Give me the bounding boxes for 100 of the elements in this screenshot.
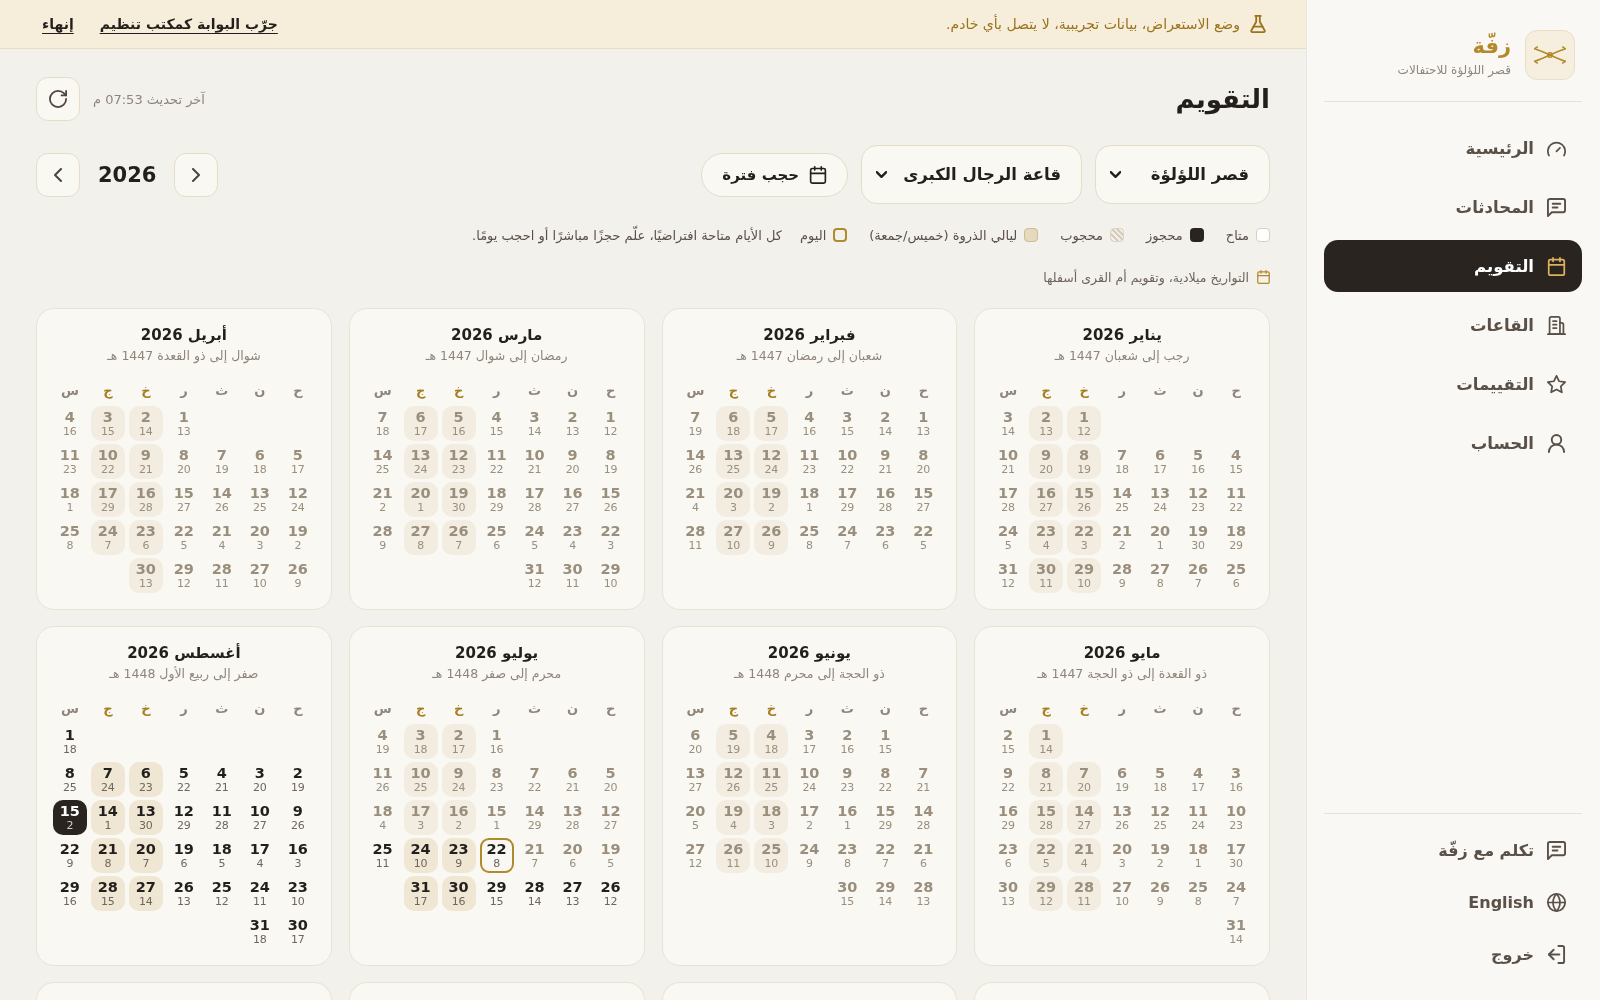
day-cell[interactable]: 24 7 — [1219, 876, 1254, 911]
day-cell[interactable]: 13 25 — [716, 444, 751, 479]
day-cell[interactable]: 3 18 — [403, 724, 438, 759]
day-cell[interactable]: 19 2 — [754, 482, 789, 517]
day-cell[interactable]: 23 6 — [868, 520, 903, 555]
day-cell[interactable]: 20 5 — [678, 800, 713, 835]
day-cell[interactable]: 21 6 — [906, 838, 941, 873]
day-cell[interactable]: 14 29 — [517, 800, 552, 835]
day-cell[interactable]: 22 3 — [593, 520, 628, 555]
banner-link[interactable]: جرّب البوابة كمكتب تنظيم — [99, 16, 278, 32]
day-cell[interactable]: 6 20 — [678, 724, 713, 759]
day-cell[interactable]: 21 4 — [678, 482, 713, 517]
day-cell[interactable]: 10 25 — [403, 762, 438, 797]
day-cell[interactable]: 2 19 — [280, 762, 315, 797]
day-cell[interactable]: 27 8 — [1143, 558, 1178, 593]
day-cell[interactable]: 21 8 — [90, 838, 125, 873]
day-cell[interactable]: 10 21 — [517, 444, 552, 479]
day-cell[interactable]: 7 18 — [365, 406, 400, 441]
day-cell[interactable]: 4 15 — [479, 406, 514, 441]
day-cell[interactable]: 15 1 — [479, 800, 514, 835]
day-cell[interactable]: 2 16 — [830, 724, 865, 759]
day-cell[interactable]: 23 8 — [830, 838, 865, 873]
day-cell[interactable]: 18 1 — [52, 482, 87, 517]
day-cell[interactable]: 4 16 — [52, 406, 87, 441]
day-cell[interactable]: 28 11 — [1067, 876, 1102, 911]
day-cell[interactable]: 27 8 — [403, 520, 438, 555]
day-cell[interactable]: 29 10 — [1067, 558, 1102, 593]
day-cell[interactable]: 9 20 — [1029, 444, 1064, 479]
day-cell[interactable]: 26 7 — [441, 520, 476, 555]
day-cell[interactable]: 1 15 — [868, 724, 903, 759]
day-cell[interactable]: 26 12 — [593, 876, 628, 911]
day-cell[interactable]: 20 1 — [403, 482, 438, 517]
year-back-button[interactable] — [174, 152, 219, 197]
day-cell[interactable]: 1 13 — [166, 406, 201, 441]
day-cell[interactable]: 18 1 — [792, 482, 827, 517]
day-cell[interactable]: 24 9 — [792, 838, 827, 873]
day-cell[interactable]: 7 24 — [90, 762, 125, 797]
day-cell[interactable]: 25 6 — [1219, 558, 1254, 593]
refresh-button[interactable] — [36, 77, 80, 121]
day-cell[interactable]: 2 15 — [991, 724, 1026, 759]
day-cell[interactable]: 25 8 — [1181, 876, 1216, 911]
day-cell[interactable]: 17 3 — [403, 800, 438, 835]
day-cell[interactable]: 31 12 — [991, 558, 1026, 593]
day-cell[interactable]: 16 1 — [830, 800, 865, 835]
day-cell[interactable]: 12 24 — [754, 444, 789, 479]
day-cell[interactable]: 1 12 — [593, 406, 628, 441]
day-cell[interactable]: 3 14 — [517, 406, 552, 441]
day-cell[interactable]: 11 24 — [1181, 800, 1216, 835]
day-cell[interactable]: 24 11 — [242, 876, 277, 911]
day-cell[interactable]: 30 16 — [441, 876, 476, 911]
day-cell[interactable]: 5 17 — [754, 406, 789, 441]
day-cell[interactable]: 6 18 — [716, 406, 751, 441]
day-cell[interactable]: 25 10 — [754, 838, 789, 873]
day-cell[interactable]: 15 27 — [166, 482, 201, 517]
day-cell[interactable]: 28 11 — [678, 520, 713, 555]
day-cell[interactable]: 29 12 — [1029, 876, 1064, 911]
day-cell[interactable]: 2 17 — [441, 724, 476, 759]
day-cell[interactable]: 29 12 — [166, 558, 201, 593]
day-cell[interactable]: 26 11 — [716, 838, 751, 873]
day-cell[interactable]: 4 16 — [792, 406, 827, 441]
day-cell[interactable]: 24 7 — [90, 520, 125, 555]
day-cell[interactable]: 27 10 — [242, 558, 277, 593]
day-cell[interactable]: 30 13 — [128, 558, 163, 593]
day-cell[interactable]: 10 21 — [991, 444, 1026, 479]
day-cell[interactable]: 9 23 — [830, 762, 865, 797]
day-cell[interactable]: 6 19 — [1105, 762, 1140, 797]
day-cell[interactable]: 25 12 — [204, 876, 239, 911]
day-cell[interactable]: 1 13 — [906, 406, 941, 441]
day-cell[interactable]: 23 6 — [991, 838, 1026, 873]
day-cell[interactable]: 6 18 — [242, 444, 277, 479]
day-cell[interactable]: 23 4 — [555, 520, 590, 555]
day-cell[interactable]: 5 18 — [1143, 762, 1178, 797]
day-cell[interactable]: 13 25 — [242, 482, 277, 517]
day-cell[interactable]: 29 15 — [479, 876, 514, 911]
day-cell[interactable]: 27 12 — [678, 838, 713, 873]
day-cell[interactable]: 31 14 — [1219, 914, 1254, 949]
day-cell[interactable]: 28 14 — [517, 876, 552, 911]
day-cell[interactable]: 20 3 — [242, 520, 277, 555]
day-cell[interactable]: 6 17 — [403, 406, 438, 441]
day-cell[interactable]: 7 22 — [517, 762, 552, 797]
day-cell[interactable]: 28 9 — [1105, 558, 1140, 593]
nav-item[interactable]: القاعات — [1324, 299, 1582, 351]
day-cell[interactable]: 14 27 — [1067, 800, 1102, 835]
day-cell[interactable]: 30 11 — [1029, 558, 1064, 593]
day-cell[interactable]: 8 19 — [593, 444, 628, 479]
day-cell[interactable]: 27 13 — [555, 876, 590, 911]
day-cell[interactable]: 24 7 — [830, 520, 865, 555]
day-cell[interactable]: 22 5 — [906, 520, 941, 555]
day-cell[interactable]: 23 10 — [280, 876, 315, 911]
sidebar-link[interactable]: خروج — [1324, 932, 1582, 976]
day-cell[interactable]: 30 17 — [280, 914, 315, 949]
day-cell[interactable]: 10 24 — [792, 762, 827, 797]
day-cell[interactable]: 2 13 — [555, 406, 590, 441]
day-cell[interactable]: 13 28 — [555, 800, 590, 835]
day-cell[interactable]: 14 26 — [678, 444, 713, 479]
banner-link[interactable]: إنهاء — [42, 16, 74, 32]
day-cell[interactable]: 7 19 — [204, 444, 239, 479]
day-cell[interactable]: 25 11 — [365, 838, 400, 873]
day-cell[interactable]: 17 28 — [517, 482, 552, 517]
day-cell[interactable]: 17 29 — [830, 482, 865, 517]
